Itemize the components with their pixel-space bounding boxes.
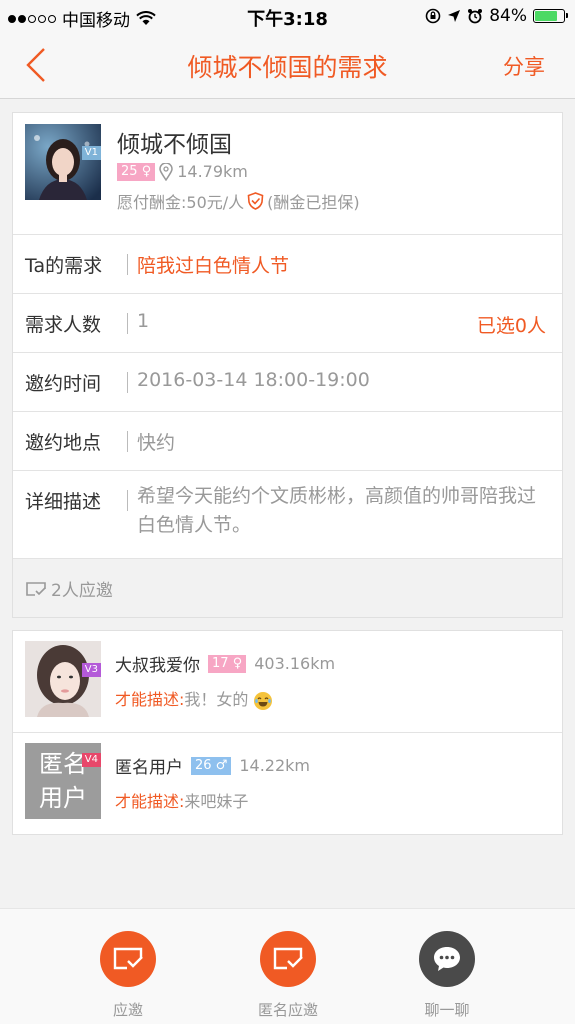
detail-row-location: 邀约地点 快约 xyxy=(13,412,562,471)
age-gender-badge: 26 ♂ xyxy=(191,756,232,775)
responses-card: V3 大叔我爱你 17 ♀ 403.16km 才能描述:我！女的 匿名 用户 V… xyxy=(12,630,563,835)
age-value: 26 xyxy=(195,757,212,773)
responder-info: 大叔我爱你 17 ♀ 403.16km xyxy=(115,651,335,676)
chat-bubble-icon[interactable] xyxy=(419,931,475,987)
detail-row-description: 详细描述 希望今天能约个文质彬彬，高颜值的帅哥陪我过白色情人节。 xyxy=(13,471,562,562)
status-bar: 中国移动 下午3:18 84% xyxy=(0,0,575,32)
laughing-emoji-icon xyxy=(253,691,272,710)
bottom-action-bar: 应邀 匿名应邀 聊一聊 xyxy=(0,908,575,1024)
respond-check-icon xyxy=(26,581,46,596)
female-icon: ♀ xyxy=(232,655,243,671)
detail-label: 邀约地点 xyxy=(25,432,102,454)
requester-meta: 25 ♀ 14.79km xyxy=(117,162,248,181)
detail-row-count: 需求人数 1 已选0人 xyxy=(13,294,562,353)
age-gender-badge: 25 ♀ xyxy=(117,162,156,181)
divider xyxy=(127,490,128,511)
anonymous-avatar[interactable]: 匿名 用户 V4 xyxy=(25,743,101,819)
male-icon: ♂ xyxy=(215,757,228,773)
shield-icon xyxy=(247,192,264,210)
detail-label: 需求人数 xyxy=(25,314,102,336)
divider xyxy=(127,431,128,452)
location-pin-icon xyxy=(159,162,173,181)
vip-badge: V3 xyxy=(81,663,101,677)
share-button[interactable]: 分享 xyxy=(503,51,545,81)
talent-label: 才能描述: xyxy=(115,792,185,811)
responder-talent: 才能描述:我！女的 xyxy=(115,686,272,710)
detail-value: 1 xyxy=(137,310,150,332)
location-arrow-icon xyxy=(448,10,461,22)
responder-distance: 14.22km xyxy=(239,756,310,775)
anonymous-accept-icon[interactable] xyxy=(260,931,316,987)
tab-label: 应邀 xyxy=(112,1001,143,1019)
detail-label: 详细描述 xyxy=(25,491,102,513)
requester-distance: 14.79km xyxy=(177,162,248,181)
age-gender-badge: 17 ♀ xyxy=(208,654,247,673)
requester-name: 倾城不倾国 xyxy=(117,132,232,158)
requester-fee: 愿付酬金:50元/人 (酬金已担保) xyxy=(117,189,360,213)
page-title: 倾城不倾国的需求 xyxy=(187,53,388,82)
tab-label: 匿名应邀 xyxy=(257,1001,318,1019)
alarm-icon xyxy=(468,9,483,24)
female-icon: ♀ xyxy=(141,163,152,179)
list-item[interactable]: 匿名 用户 V4 匿名用户 26 ♂ 14.22km 才能描述:来吧妹子 xyxy=(13,733,562,834)
responder-name: 匿名用户 xyxy=(115,758,183,778)
tab-label: 聊一聊 xyxy=(424,1001,470,1019)
list-item[interactable]: V3 大叔我爱你 17 ♀ 403.16km 才能描述:我！女的 xyxy=(13,631,562,733)
talent-text: 来吧妹子 xyxy=(184,792,249,811)
detail-row-demand: Ta的需求 陪我过白色情人节 xyxy=(13,235,562,294)
requester-header: V1 倾城不倾国 25 ♀ 14.79km 愿付酬金:50元/人 (酬金已担保) xyxy=(13,113,562,235)
fee-guarantee-note: (酬金已担保) xyxy=(267,193,360,212)
talent-label: 才能描述: xyxy=(115,690,185,709)
detail-label: 邀约时间 xyxy=(25,373,102,395)
divider xyxy=(127,372,128,393)
respond-count: 2人应邀 xyxy=(25,576,113,601)
vip-badge: V1 xyxy=(81,146,101,160)
battery-percent: 84% xyxy=(489,6,527,26)
responder-talent: 才能描述:来吧妹子 xyxy=(115,788,248,812)
detail-value: 2016-03-14 18:00-19:00 xyxy=(137,369,370,391)
selected-count[interactable]: 已选0人 xyxy=(477,311,546,338)
detail-value: 陪我过白色情人节 xyxy=(137,255,290,277)
respond-count-text: 2人应邀 xyxy=(51,581,113,601)
fee-text: 愿付酬金:50元/人 xyxy=(117,193,245,212)
responder-avatar[interactable]: V3 xyxy=(25,641,101,717)
anonymous-accept-button[interactable]: 匿名应邀 xyxy=(228,931,348,1020)
talent-text: 我！女的 xyxy=(184,690,249,709)
divider xyxy=(127,313,128,334)
age-value: 17 xyxy=(212,655,229,671)
rotation-lock-icon xyxy=(425,8,441,24)
respond-count-bar: 2人应邀 xyxy=(13,558,562,617)
battery-icon xyxy=(533,9,568,23)
responder-info: 匿名用户 26 ♂ 14.22km xyxy=(115,753,310,778)
responder-distance: 403.16km xyxy=(254,654,336,673)
detail-row-time: 邀约时间 2016-03-14 18:00-19:00 xyxy=(13,353,562,412)
accept-icon[interactable] xyxy=(100,931,156,987)
divider xyxy=(127,254,128,275)
nav-bar: 倾城不倾国的需求 分享 xyxy=(0,32,575,99)
status-right-group: 84% xyxy=(425,6,568,26)
detail-value: 希望今天能约个文质彬彬，高颜值的帅哥陪我过白色情人节。 xyxy=(137,485,537,536)
detail-label: Ta的需求 xyxy=(25,255,103,277)
vip-badge: V4 xyxy=(81,753,101,767)
avatar-text: 用户 xyxy=(39,784,87,812)
accept-button[interactable]: 应邀 xyxy=(68,931,188,1020)
demand-card: V1 倾城不倾国 25 ♀ 14.79km 愿付酬金:50元/人 (酬金已担保)… xyxy=(12,112,563,618)
responder-name: 大叔我爱你 xyxy=(115,656,200,676)
age-value: 25 xyxy=(121,163,138,179)
detail-value: 快约 xyxy=(137,432,176,454)
chat-button[interactable]: 聊一聊 xyxy=(387,931,507,1020)
requester-avatar[interactable]: V1 xyxy=(25,124,101,200)
